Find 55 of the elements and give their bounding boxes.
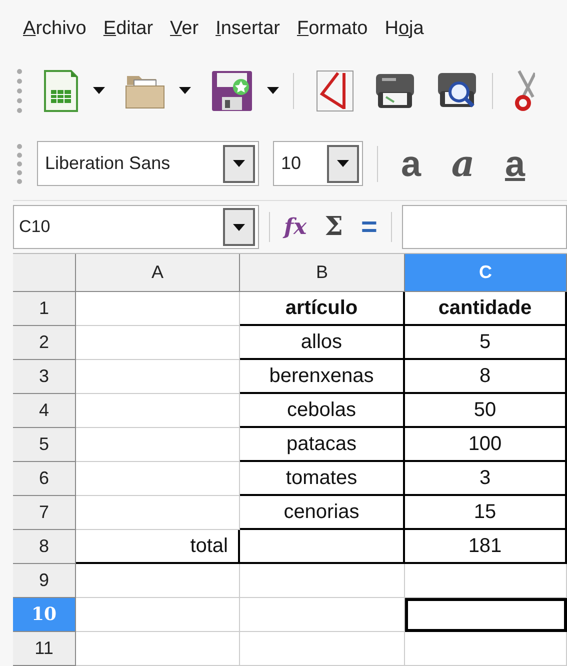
table-cell: cebolas [240,394,405,428]
row-header[interactable]: 7 [13,496,76,530]
table-cell: 181 [405,530,567,564]
spreadsheet-icon[interactable] [43,70,79,112]
caret-icon[interactable] [233,224,245,231]
bold-button[interactable]: a [392,146,430,182]
font-size-dropdown[interactable]: 10 [273,141,363,186]
table-cell: 100 [405,428,567,462]
caret-icon[interactable] [233,160,245,167]
menu-item[interactable]: Archivo [23,15,86,44]
row-header[interactable]: 1 [13,292,76,326]
formula-input[interactable] [402,205,567,250]
table-cell: 3 [405,462,567,496]
table-cell: 15 [405,496,567,530]
italic-button[interactable]: a [444,146,482,182]
row-header[interactable]: 3 [13,360,76,394]
formula-button[interactable]: = [356,213,382,242]
table-cell: tomates [240,462,405,496]
menu-item[interactable]: Hoja [384,15,424,44]
table-cell: allos [240,326,405,360]
sum-button[interactable]: Σ [320,214,347,240]
table-cell: 50 [405,394,567,428]
row-header[interactable]: 11 [13,632,76,666]
column-header[interactable]: A [76,254,240,292]
table-cell: total [76,530,240,564]
row-header[interactable]: 5 [13,428,76,462]
row-header[interactable]: 9 [13,564,76,598]
caret-icon[interactable] [179,87,191,94]
menu-item[interactable]: Editar [103,15,154,44]
caret-icon[interactable] [267,87,279,94]
table-cell: 8 [405,360,567,394]
table-cell: cenorias [240,496,405,530]
table-cell: patacas [240,428,405,462]
corner-header[interactable] [13,254,76,292]
printer-icon[interactable] [374,72,416,110]
underline-button[interactable]: a [496,146,534,182]
row-header[interactable]: 2 [13,326,76,360]
menu-item[interactable]: Insertar [216,15,280,44]
name-box[interactable]: C10 [13,205,259,250]
table-cell: cantidade [405,292,567,326]
table-cell: 5 [405,326,567,360]
function-button[interactable]: fx [280,216,311,238]
table-cell: berenxenas [240,360,405,394]
pdf-icon[interactable] [316,70,354,112]
row-header[interactable]: 4 [13,394,76,428]
scissors-icon[interactable] [515,68,535,113]
column-header[interactable]: B [240,254,405,292]
row-header[interactable]: 8 [13,530,76,564]
caret-icon[interactable] [93,87,105,94]
menu-item[interactable]: Formato [296,15,368,44]
menu-item[interactable]: Ver [170,15,199,44]
font-name-dropdown[interactable]: Liberation Sans [37,141,259,186]
caret-icon[interactable] [337,160,349,167]
table-cell: artículo [240,292,405,326]
row-header[interactable]: 6 [13,462,76,496]
